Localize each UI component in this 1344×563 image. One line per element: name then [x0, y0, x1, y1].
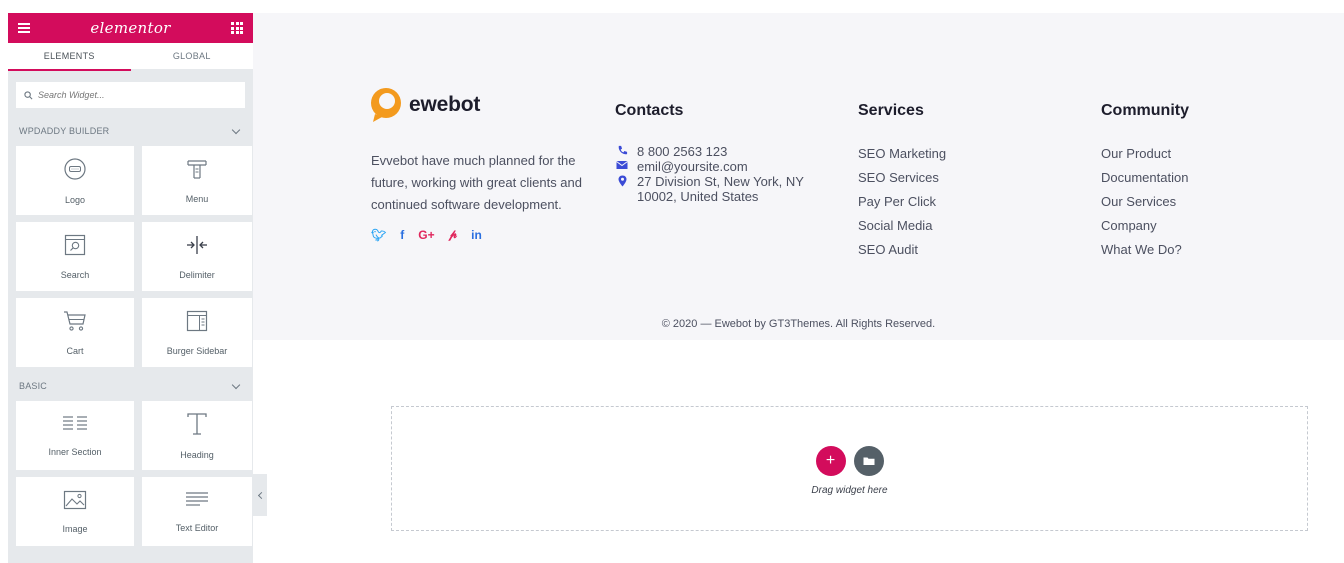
ewebot-logo-icon [371, 88, 401, 122]
widget-label: Cart [66, 345, 84, 356]
widget-label: Search [60, 269, 90, 280]
logo-icon [64, 157, 86, 180]
hamburger-menu-icon[interactable] [18, 23, 30, 33]
widget-label: Delimiter [179, 269, 215, 280]
inner-section-icon [63, 415, 87, 430]
social-links: 🐦︎ f G+ 𝓅 in [371, 227, 482, 242]
contact-phone[interactable]: 8 800 2563 123 [615, 144, 817, 159]
address-text: 27 Division St, New York, NY 10002, Unit… [637, 174, 804, 204]
contact-address: 27 Division St, New York, NY 10002, Unit… [615, 174, 817, 204]
search-widget-input[interactable] [38, 90, 228, 100]
contact-list: 8 800 2563 123 emil@yoursite.com 27 Divi… [615, 144, 817, 204]
folder-icon [863, 457, 874, 465]
text-editor-icon [186, 491, 208, 506]
chevron-down-icon [231, 380, 241, 389]
widget-image[interactable]: Image [16, 477, 134, 546]
envelope-icon [615, 159, 629, 170]
services-link[interactable]: SEO Marketing [858, 146, 946, 161]
burger-sidebar-icon [186, 310, 208, 331]
empty-section-drop-zone[interactable]: + Drag widget here [391, 406, 1308, 531]
widget-logo[interactable]: Logo [16, 146, 134, 215]
widget-text-editor[interactable]: Text Editor [142, 477, 252, 546]
image-icon [63, 490, 87, 509]
services-heading: Services [858, 102, 924, 119]
widget-heading[interactable]: Heading [142, 401, 252, 470]
about-text: Evvebot have much planned for the future… [371, 153, 582, 212]
heading-icon [187, 412, 207, 435]
search-icon [24, 90, 33, 99]
linkedin-icon[interactable]: in [471, 228, 482, 242]
widget-label: Logo [64, 194, 86, 205]
services-link[interactable]: Social Media [858, 218, 946, 233]
menu-icon [187, 159, 207, 179]
drop-zone-buttons: + [815, 445, 884, 476]
footer-brand[interactable]: ewebot [369, 87, 480, 123]
elementor-logo: elementor [90, 19, 171, 37]
elementor-panel: elementor ELEMENTS GLOBAL WPDADDY BUILDE… [8, 13, 253, 563]
community-heading: Community [1101, 102, 1189, 119]
contacts-column: Contacts 8 800 2563 123 emil@yoursite.co… [615, 102, 817, 204]
phone-text: 8 800 2563 123 [637, 144, 728, 159]
search-wrapper [8, 71, 253, 116]
community-link[interactable]: Our Services [1101, 194, 1189, 209]
widget-label: Burger Sidebar [166, 345, 228, 356]
google-plus-icon[interactable]: G+ [418, 228, 434, 242]
chevron-left-icon [257, 491, 265, 499]
tab-elements[interactable]: ELEMENTS [8, 43, 131, 71]
category-basic[interactable]: BASIC [8, 371, 253, 401]
search-box [16, 82, 245, 108]
widget-label: Menu [185, 193, 209, 204]
widget-menu[interactable]: Menu [142, 146, 252, 215]
widget-cart[interactable]: Cart [16, 298, 134, 367]
widget-label: Text Editor [175, 522, 219, 533]
tab-global[interactable]: GLOBAL [130, 43, 253, 71]
widget-grid-wpdaddy: Logo Menu Search Delimiter Cart Burger S… [8, 146, 253, 367]
services-link[interactable]: SEO Services [858, 170, 946, 185]
collapse-panel-toggle[interactable] [253, 474, 267, 516]
pinterest-icon[interactable]: 𝓅 [449, 227, 458, 242]
category-title: WPDADDY BUILDER [19, 126, 110, 136]
panel-tabs: ELEMENTS GLOBAL [8, 43, 253, 71]
delimiter-icon [187, 235, 207, 254]
widget-search[interactable]: Search [16, 222, 134, 291]
category-wpdaddy-builder[interactable]: WPDADDY BUILDER [8, 116, 253, 146]
chevron-down-icon [231, 125, 241, 134]
widget-label: Inner Section [48, 446, 102, 457]
widget-label: Image [62, 523, 88, 534]
contacts-heading: Contacts [615, 102, 684, 119]
widget-delimiter[interactable]: Delimiter [142, 222, 252, 291]
copyright-text: © 2020 — Ewebot by GT3Themes. All Rights… [661, 318, 936, 330]
contact-email[interactable]: emil@yoursite.com [615, 159, 817, 174]
services-link[interactable]: Pay Per Click [858, 194, 946, 209]
widget-inner-section[interactable]: Inner Section [16, 401, 134, 470]
cart-icon [64, 310, 86, 331]
community-link[interactable]: Our Product [1101, 146, 1189, 161]
facebook-icon[interactable]: f [400, 228, 404, 242]
twitter-icon[interactable]: 🐦︎ [371, 228, 386, 242]
add-template-button[interactable] [853, 445, 884, 476]
community-link[interactable]: Company [1101, 218, 1189, 233]
add-section-button[interactable]: + [815, 445, 846, 476]
map-pin-icon [615, 174, 629, 187]
brand-name: ewebot [409, 93, 481, 116]
community-column: Community Our Product Documentation Our … [1101, 102, 1189, 257]
search-widget-icon [64, 234, 86, 255]
email-text: emil@yoursite.com [637, 159, 748, 174]
widget-label: Heading [180, 449, 214, 460]
phone-icon [615, 144, 629, 156]
widgets-grid-icon[interactable] [231, 22, 243, 34]
community-link[interactable]: Documentation [1101, 170, 1189, 185]
services-column: Services SEO Marketing SEO Services Pay … [858, 102, 946, 257]
drag-widget-hint: Drag widget here [811, 484, 888, 496]
services-link[interactable]: SEO Audit [858, 242, 946, 257]
widget-burger-sidebar[interactable]: Burger Sidebar [142, 298, 252, 367]
panel-header: elementor [8, 13, 253, 43]
category-title: BASIC [19, 381, 48, 391]
community-link[interactable]: What We Do? [1101, 242, 1189, 257]
widget-grid-basic: Inner Section Heading Image Text Editor [8, 401, 253, 546]
site-footer: ewebot Evvebot have much planned for the… [253, 13, 1344, 340]
community-links: Our Product Documentation Our Services C… [1101, 146, 1189, 257]
services-links: SEO Marketing SEO Services Pay Per Click… [858, 146, 946, 257]
